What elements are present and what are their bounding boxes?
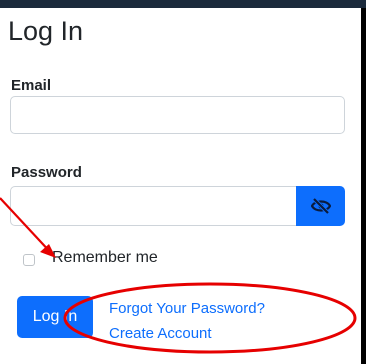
annotation-overlay	[0, 197, 357, 354]
annotation-arrow-head	[40, 244, 56, 258]
annotation-circle	[63, 282, 357, 354]
annotation-arrow-shaft	[0, 197, 54, 256]
